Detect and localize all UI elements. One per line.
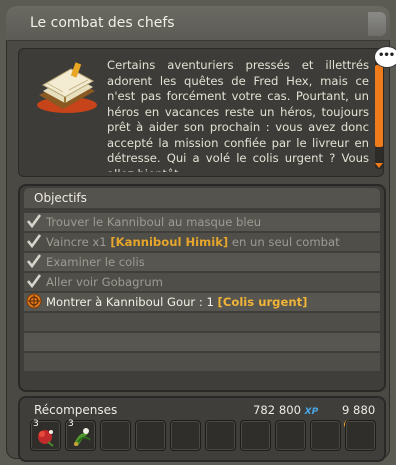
empty-row (24, 313, 380, 331)
scrollbar-thumb[interactable] (375, 65, 383, 147)
quest-book-icon (37, 62, 97, 113)
checkmark-icon (26, 234, 42, 249)
description-scrollbar[interactable] (375, 59, 383, 169)
reward-slot-empty[interactable] (345, 420, 376, 451)
reward-slot-empty[interactable] (170, 420, 201, 451)
reward-slot-empty[interactable] (275, 420, 306, 451)
scroll-down-arrow[interactable] (375, 163, 383, 168)
objectives-title: Objectifs (34, 191, 87, 205)
objective-item: Trouver le Kanniboul au masque bleu (24, 213, 380, 231)
checkmark-icon (26, 274, 42, 289)
title-bar[interactable]: Le combat des chefs (6, 6, 390, 41)
quest-description-panel: Certains aventuriers pressés et illettré… (18, 48, 384, 177)
checkmark-icon (26, 214, 42, 229)
reward-slot-empty[interactable] (240, 420, 271, 451)
monster-link[interactable]: [Kanniboul Himik] (110, 235, 228, 249)
speech-bubble-icon[interactable]: ••• (374, 46, 396, 68)
objectives-header: Objectifs (24, 188, 380, 208)
reward-slot-empty[interactable] (100, 420, 131, 451)
reward-slot-empty[interactable] (310, 420, 341, 451)
window-title: Le combat des chefs (30, 15, 175, 31)
item-link[interactable]: [Colis urgent] (218, 295, 308, 309)
close-tab[interactable] (368, 12, 386, 36)
reward-slot-empty[interactable] (205, 420, 236, 451)
rewards-title: Récompenses (34, 403, 118, 417)
objective-item: Examiner le colis (24, 253, 380, 271)
objective-item: Aller voir Gobagrum (24, 273, 380, 291)
reward-slot[interactable]: 3 (30, 419, 61, 451)
xp-reward: 782 800 XP (253, 403, 319, 417)
quest-window: Le combat des chefs Certains aventuriers… (6, 6, 396, 462)
empty-row (24, 333, 380, 351)
objective-item: Vaincre x1 [Kanniboul Himik] en un seul … (24, 233, 380, 251)
objectives-panel: Objectifs Trouver le Kanniboul au masque… (18, 184, 386, 392)
reward-slot-empty[interactable] (135, 420, 166, 451)
xp-icon: XP (304, 407, 319, 417)
checkmark-icon (26, 254, 42, 269)
target-icon[interactable] (26, 293, 42, 309)
reward-slot[interactable]: 3 (65, 419, 96, 451)
empty-row (24, 353, 380, 371)
objective-item-current: Montrer à Kanniboul Gour : 1 [Colis urge… (24, 293, 380, 311)
quest-description-text: Certains aventuriers pressés et illettré… (107, 58, 369, 172)
rewards-panel: Récompenses 782 800 XP 9 880 3 3 (18, 396, 386, 462)
